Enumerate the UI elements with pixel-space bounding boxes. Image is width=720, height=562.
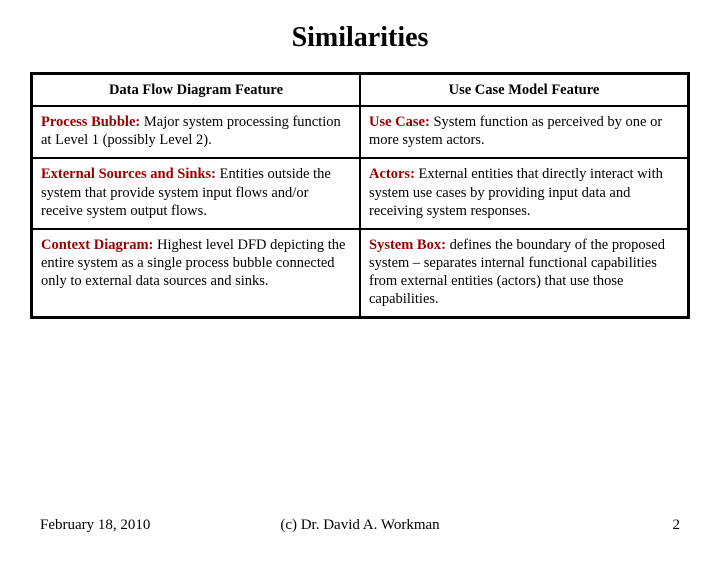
header-right: Use Case Model Feature — [360, 74, 689, 107]
cell-right-0: Use Case: System function as perceived b… — [360, 106, 689, 158]
cell-left-1: External Sources and Sinks: Entities out… — [32, 158, 361, 228]
header-left: Data Flow Diagram Feature — [32, 74, 361, 107]
slide-footer: February 18, 2010 (c) Dr. David A. Workm… — [0, 517, 720, 534]
slide-title: Similarities — [0, 22, 720, 54]
cell-left-0: Process Bubble: Major system processing … — [32, 106, 361, 158]
table-header-row: Data Flow Diagram Feature Use Case Model… — [32, 74, 689, 107]
term: Context Diagram: — [41, 237, 153, 253]
term: Actors: — [369, 166, 415, 182]
term: External Sources and Sinks: — [41, 166, 216, 182]
comparison-table-wrap: Data Flow Diagram Feature Use Case Model… — [30, 72, 690, 319]
cell-right-1: Actors: External entities that directly … — [360, 158, 689, 228]
footer-date: February 18, 2010 — [40, 517, 150, 534]
table-row: Context Diagram: Highest level DFD depic… — [32, 229, 689, 318]
comparison-table: Data Flow Diagram Feature Use Case Model… — [30, 72, 690, 319]
term: Use Case: — [369, 114, 430, 130]
cell-right-2: System Box: defines the boundary of the … — [360, 229, 689, 318]
footer-page-number: 2 — [673, 517, 681, 534]
term: System Box: — [369, 237, 446, 253]
term: Process Bubble: — [41, 114, 140, 130]
table-row: Process Bubble: Major system processing … — [32, 106, 689, 158]
cell-left-2: Context Diagram: Highest level DFD depic… — [32, 229, 361, 318]
table-row: External Sources and Sinks: Entities out… — [32, 158, 689, 228]
